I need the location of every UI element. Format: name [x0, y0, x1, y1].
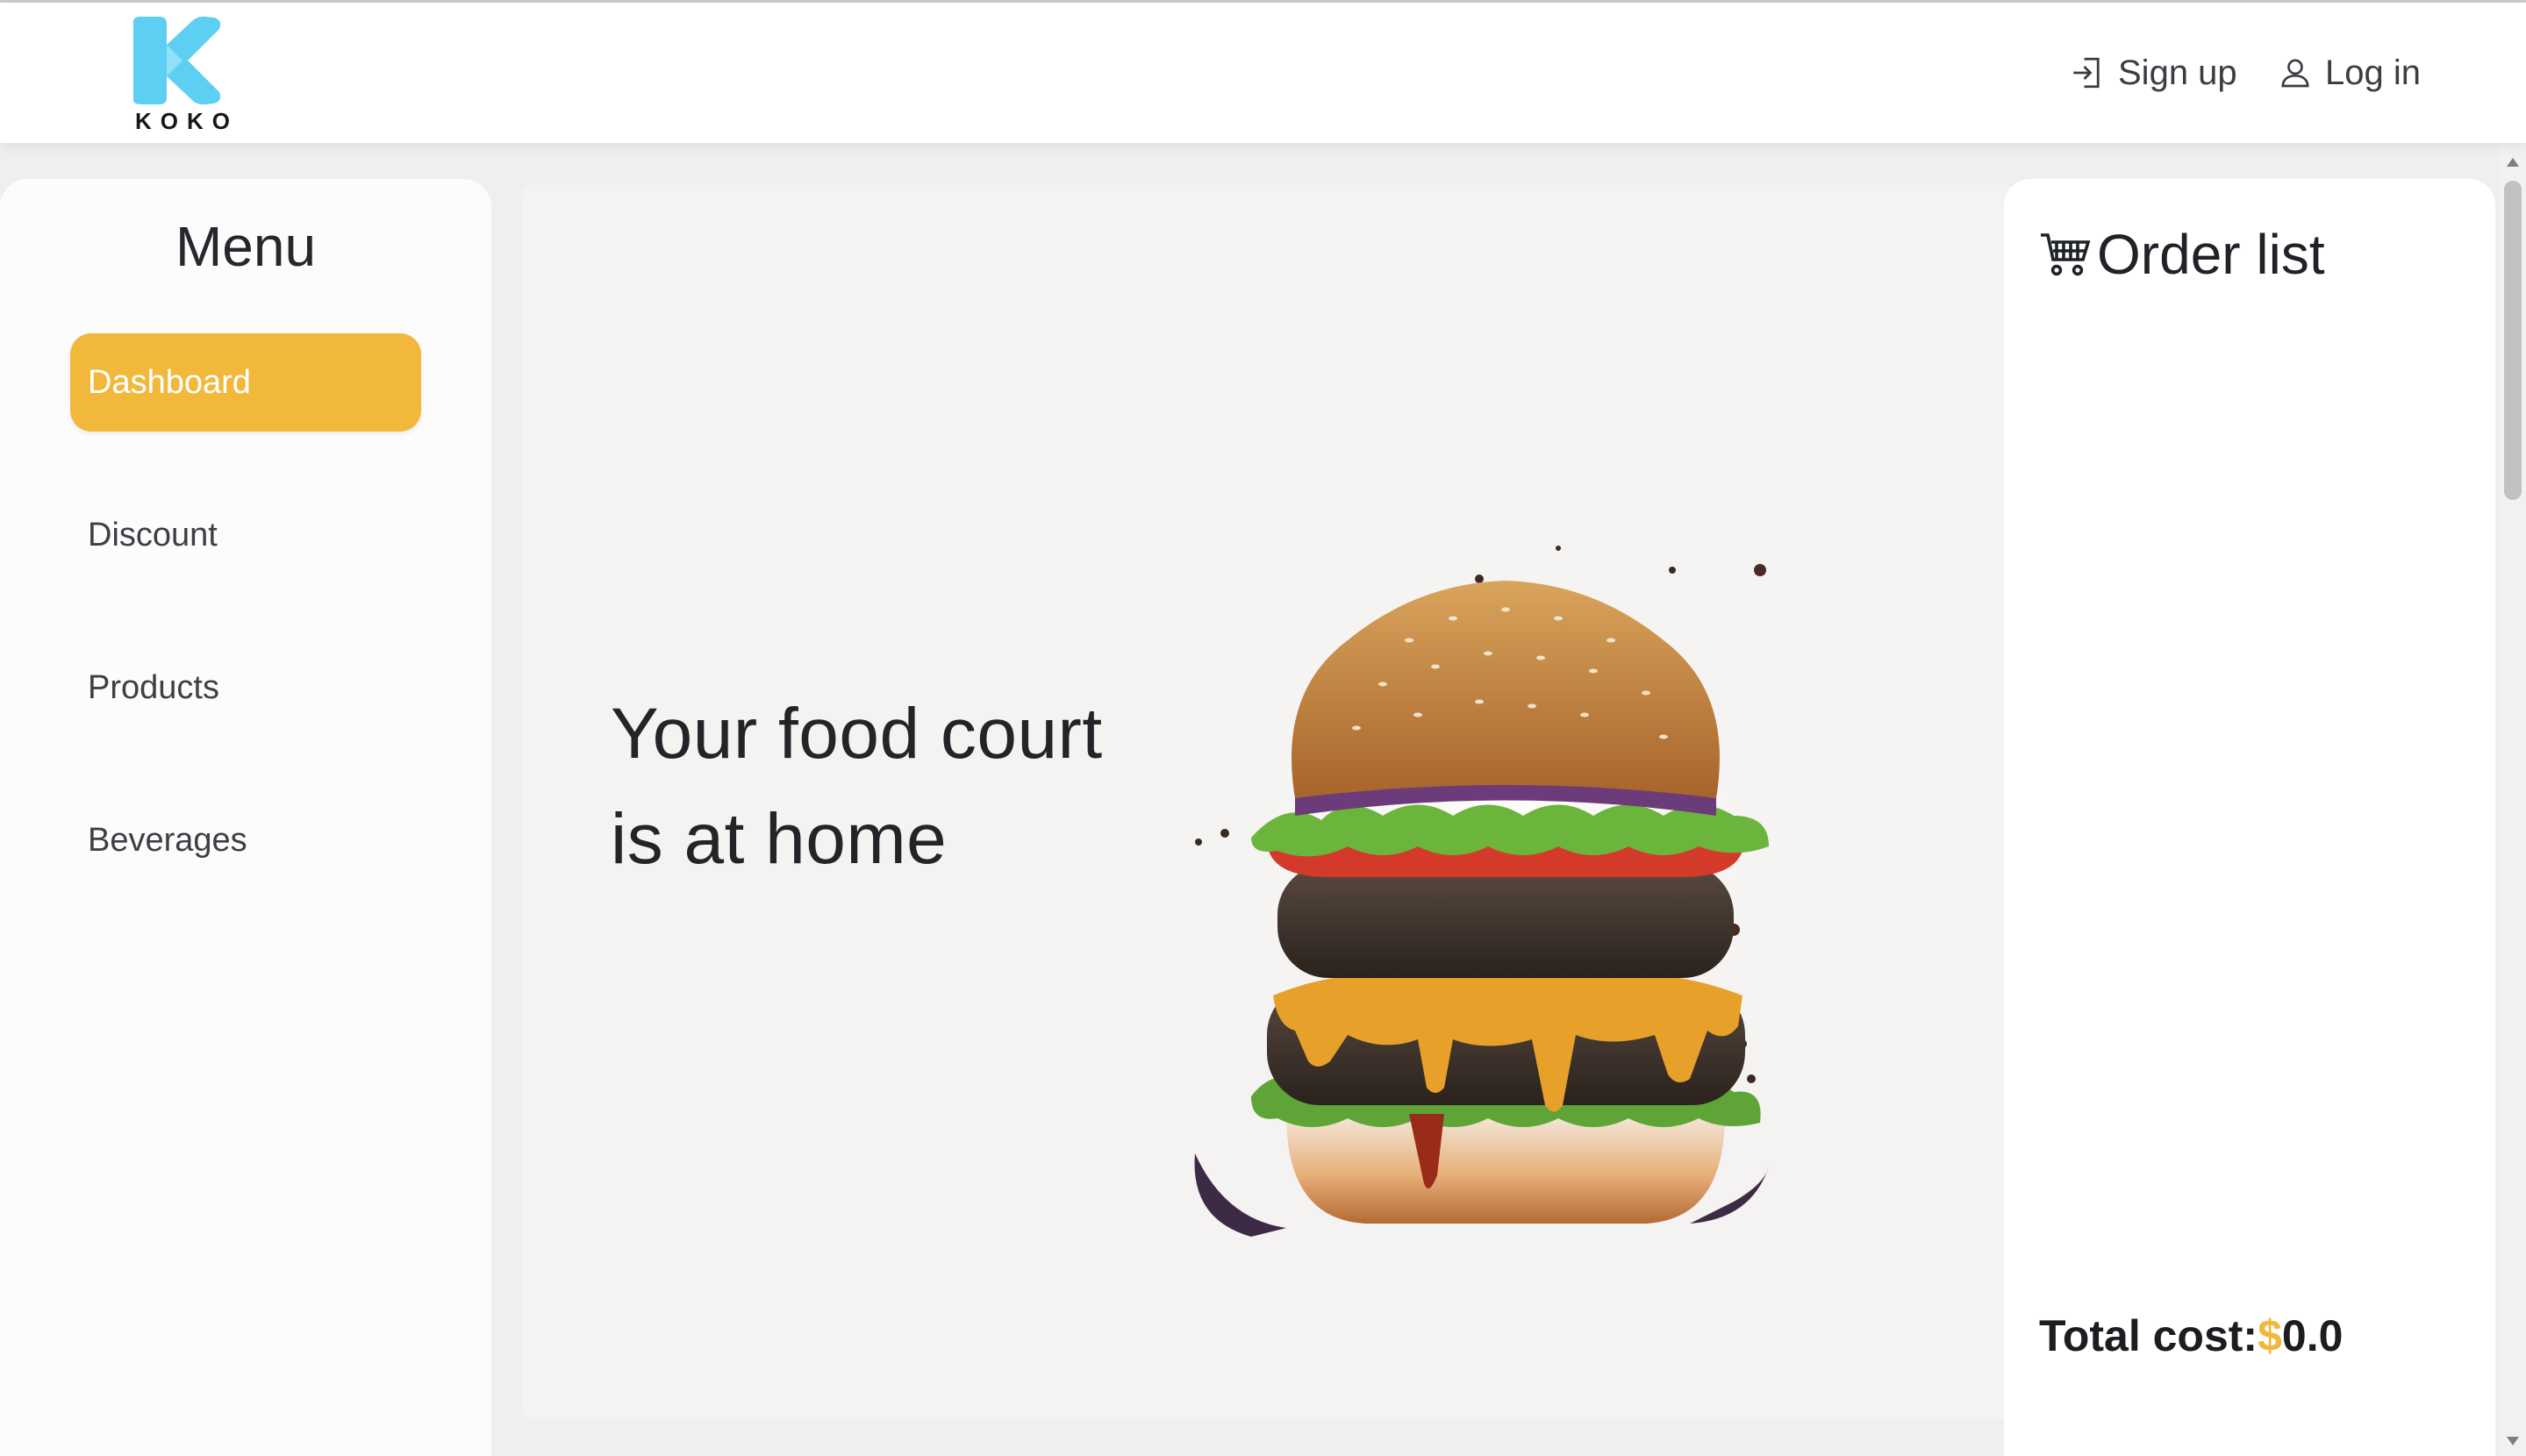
order-title-label: Order list	[2097, 223, 2325, 286]
total-cost: Total cost:$0.0	[2039, 1310, 2343, 1361]
hero-headline-line2: is at home	[611, 799, 948, 879]
scroll-thumb[interactable]	[2504, 181, 2522, 500]
signup-button[interactable]: Sign up	[2069, 51, 2237, 95]
sidebar-item-products[interactable]: Products	[70, 639, 421, 737]
koko-logo[interactable]: KOKO	[128, 15, 239, 134]
order-panel: Order list Total cost:$0.0	[2004, 179, 2495, 1456]
sidebar-item-label: Beverages	[88, 821, 247, 859]
sidebar-item-dashboard[interactable]: Dashboard	[70, 333, 421, 432]
vertical-scrollbar[interactable]	[2499, 146, 2526, 1456]
logo-wordmark: KOKO	[135, 108, 239, 134]
koko-logo-mark	[133, 16, 221, 105]
currency-symbol: $	[2258, 1311, 2282, 1360]
scroll-up-arrow-icon[interactable]	[2507, 158, 2519, 167]
burger-image	[1128, 482, 1883, 1237]
total-cost-value: 0.0	[2281, 1311, 2344, 1360]
shopping-cart-icon	[2041, 233, 2091, 276]
login-button[interactable]: Log in	[2278, 51, 2421, 95]
login-label: Log in	[2325, 53, 2421, 92]
menu-sidebar: Menu Dashboard Discount Products Beverag…	[0, 179, 491, 1456]
menu-title: Menu	[175, 215, 317, 278]
user-icon	[2281, 59, 2309, 88]
sidebar-item-label: Dashboard	[88, 363, 251, 401]
hero-banner: Your food court is at home	[523, 184, 2014, 1419]
hero-headline-line1: Your food court	[611, 694, 1103, 774]
scroll-down-arrow-icon[interactable]	[2507, 1437, 2519, 1445]
signup-label: Sign up	[2118, 53, 2237, 92]
top-bar: KOKO Sign up Log in	[0, 3, 2526, 143]
login-arrow-icon	[2073, 57, 2100, 89]
order-title: Order list	[2039, 219, 2325, 289]
sidebar-item-discount[interactable]: Discount	[70, 486, 421, 584]
sidebar-item-beverages[interactable]: Beverages	[70, 791, 421, 889]
total-cost-label: Total cost:	[2039, 1311, 2258, 1360]
sidebar-item-label: Products	[88, 668, 219, 706]
sidebar-item-label: Discount	[88, 516, 218, 553]
